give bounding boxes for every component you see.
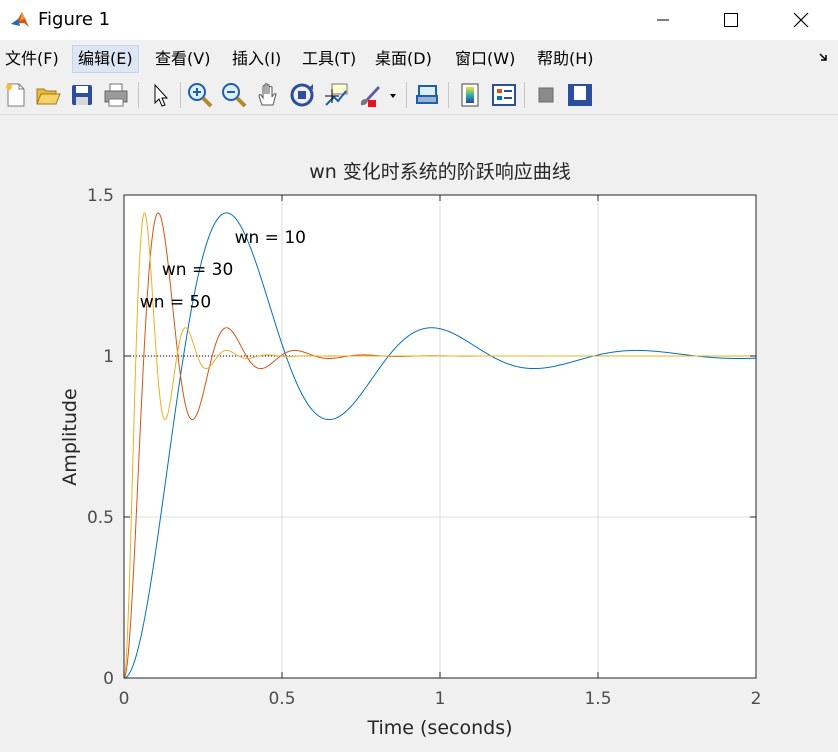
- link-plot-icon[interactable]: [414, 81, 442, 109]
- save-icon[interactable]: [68, 81, 96, 109]
- menu-dock-arrow-icon[interactable]: [818, 50, 832, 64]
- y-axis-label: Amplitude: [59, 388, 81, 485]
- figure-canvas: 0 0.5 1 1.5 2 0 0.5 1 1.5 wn = 10 wn = 30 wn = 50 …: [0, 115, 838, 748]
- toolbar-separator: [180, 82, 181, 108]
- series-annotation: wn = 10: [235, 228, 306, 248]
- close-icon: [793, 12, 809, 28]
- chart-title: wn 变化时系统的阶跃响应曲线: [309, 161, 571, 183]
- minimize-icon: [657, 19, 669, 21]
- maximize-button[interactable]: [708, 0, 754, 40]
- menu-window[interactable]: 窗口(W): [450, 46, 520, 72]
- brush-icon[interactable]: [356, 81, 384, 109]
- series-annotation: wn = 50: [140, 292, 211, 312]
- menu-view[interactable]: 查看(V): [150, 46, 215, 72]
- y-tick-label: 1.5: [87, 186, 114, 206]
- data-cursor-icon[interactable]: [322, 81, 350, 109]
- toolbar-separator: [138, 82, 139, 108]
- menu-insert[interactable]: 插入(I): [227, 46, 286, 72]
- select-arrow-icon[interactable]: [146, 81, 174, 109]
- toolbar-separator: [524, 82, 525, 108]
- zoom-in-icon[interactable]: [186, 81, 214, 109]
- toolbar-separator: [448, 82, 449, 108]
- y-tick-label: 0.5: [87, 508, 114, 528]
- step-response-chart[interactable]: 0 0.5 1 1.5 200.511.5 wn = 10wn = 30wn = 50 …: [0, 115, 838, 748]
- hide-plot-tools-icon[interactable]: [532, 81, 560, 109]
- menu-edit[interactable]: 编辑(E): [72, 45, 139, 73]
- matlab-logo-icon: [9, 9, 31, 31]
- show-plot-tools-icon[interactable]: [566, 81, 594, 109]
- open-file-icon[interactable]: [34, 81, 62, 109]
- window-title: Figure 1: [38, 9, 111, 30]
- window-titlebar: Figure 1: [0, 0, 838, 40]
- rotate-3d-icon[interactable]: [288, 81, 316, 109]
- series-annotation: wn = 30: [162, 260, 233, 280]
- menu-tools[interactable]: 工具(T): [297, 46, 361, 72]
- toolbar-separator: [406, 82, 407, 108]
- x-tick-label: 0.5: [268, 689, 295, 709]
- x-axis-label: Time (seconds): [366, 717, 512, 739]
- x-tick-label: 2: [751, 689, 762, 709]
- y-tick-label: 1: [103, 347, 114, 367]
- menu-help[interactable]: 帮助(H): [532, 46, 599, 72]
- menu-file[interactable]: 文件(F): [0, 46, 64, 72]
- print-icon[interactable]: [102, 81, 130, 109]
- x-tick-label: 1: [435, 689, 446, 709]
- figure-toolbar: [0, 76, 838, 115]
- brush-dropdown-icon[interactable]: [386, 81, 400, 109]
- close-button[interactable]: [778, 0, 824, 40]
- x-tick-label: 1.5: [584, 689, 611, 709]
- zoom-out-icon[interactable]: [220, 81, 248, 109]
- pan-hand-icon[interactable]: [254, 81, 282, 109]
- insert-legend-icon[interactable]: [490, 81, 518, 109]
- maximize-icon: [724, 13, 738, 27]
- minimize-button[interactable]: [640, 0, 686, 40]
- y-tick-label: 0: [103, 669, 114, 689]
- menu-bar: 文件(F) 编辑(E) 查看(V) 插入(I) 工具(T) 桌面(D) 窗口(W…: [0, 42, 838, 74]
- menu-desktop[interactable]: 桌面(D): [370, 46, 437, 72]
- x-tick-label: 0: [119, 689, 130, 709]
- insert-colorbar-icon[interactable]: [456, 81, 484, 109]
- new-figure-icon[interactable]: [2, 81, 30, 109]
